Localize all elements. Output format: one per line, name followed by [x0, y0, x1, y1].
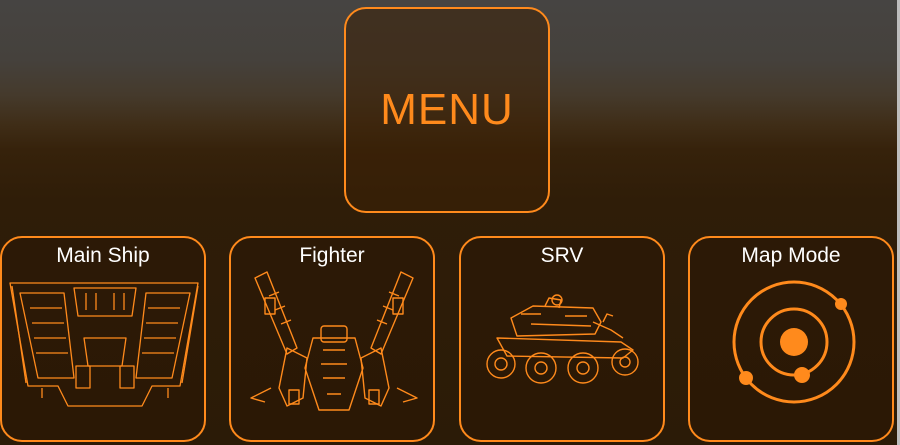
fighter-icon: [250, 271, 418, 411]
srv-icon: [486, 294, 639, 384]
main-ship-button[interactable]: Main Ship: [0, 236, 206, 442]
menu-label: MENU: [380, 85, 514, 134]
menu-button[interactable]: MENU: [344, 7, 550, 213]
orbit-map-icon: [732, 280, 856, 404]
map-mode-button[interactable]: Map Mode: [688, 236, 894, 442]
srv-button[interactable]: SRV: [459, 236, 665, 442]
main-ship-icon: [9, 282, 199, 407]
fighter-button[interactable]: Fighter: [229, 236, 435, 442]
